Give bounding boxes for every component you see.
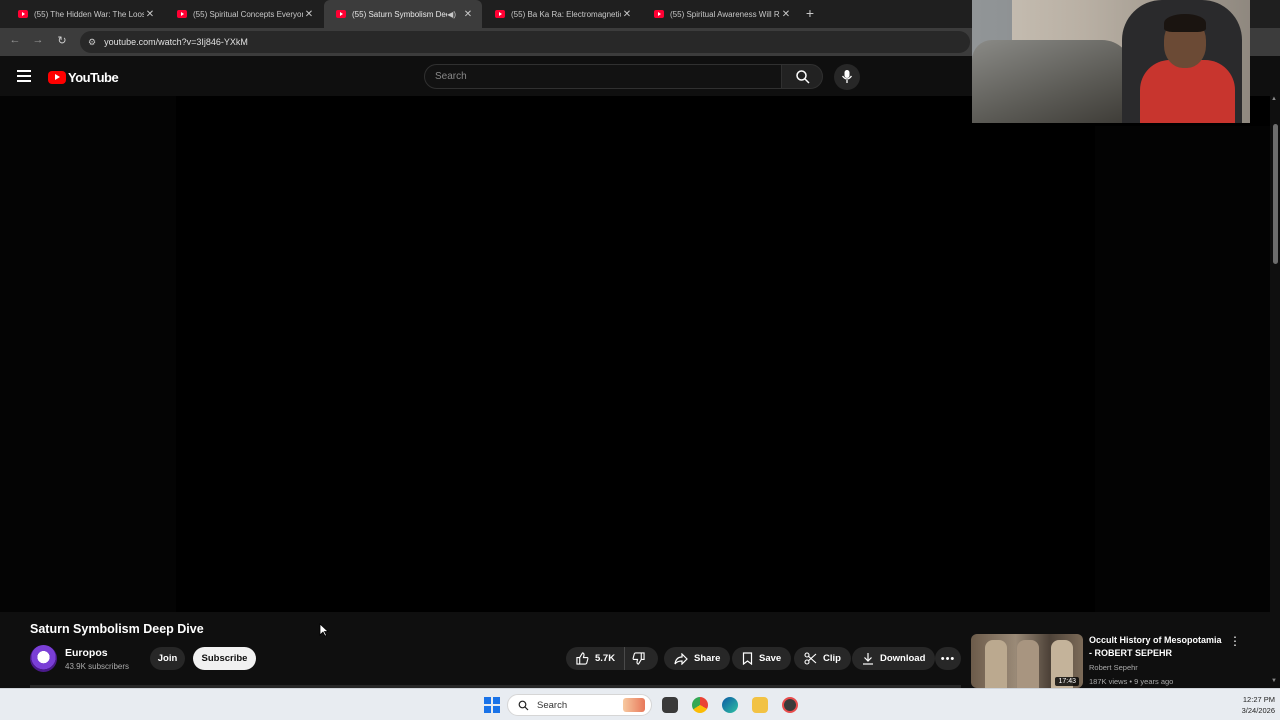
youtube-favicon-icon [654,10,664,18]
browser-tab-active[interactable]: (55) Saturn Symbolism Dee ◀) ✕ [324,0,482,28]
clock-time: 12:27 PM [1242,695,1275,704]
subscriber-count: 43.9K subscribers [65,662,130,671]
tab-close-icon[interactable]: ✕ [303,9,315,20]
scissors-icon [804,652,817,665]
search-placeholder: Search [435,71,467,82]
edge-icon[interactable] [722,697,738,713]
vertical-dots-menu-icon[interactable]: ⋮ [1229,634,1241,648]
share-button[interactable]: Share [664,647,731,670]
save-button[interactable]: Save [732,647,792,670]
like-button[interactable]: 5.7K [566,647,625,670]
search-button[interactable] [781,64,823,89]
video-title: Saturn Symbolism Deep Dive [30,622,204,636]
youtube-logo-text: YouTube [68,70,119,85]
browser-tab[interactable]: (55) The Hidden War: The Loos ✕ [6,0,164,28]
join-button[interactable]: Join [150,647,185,670]
video-frame-left [0,96,176,612]
tab-title: (55) The Hidden War: The Loos [34,9,144,19]
scroll-down-arrow-icon[interactable]: ▼ [1271,678,1277,684]
browser-tab[interactable]: (55) Spiritual Awareness Will Re ✕ [642,0,800,28]
webcam-overlay [972,0,1250,123]
tab-close-icon[interactable]: ✕ [144,9,156,20]
scroll-up-arrow-icon[interactable]: ▲ [1271,96,1277,102]
scrollbar-thumb[interactable] [1273,124,1278,264]
download-icon [863,653,873,665]
forward-arrow-icon[interactable]: → [30,34,46,46]
youtube-favicon-icon [18,10,28,18]
microphone-icon [841,70,853,83]
clip-label: Clip [823,653,841,664]
channel-name[interactable]: Europos [65,647,108,659]
search-input[interactable]: Search [424,64,782,89]
save-label: Save [759,653,782,664]
thumbs-up-icon [576,652,589,665]
recommended-channel[interactable]: Robert Sepehr [1089,663,1138,672]
tab-close-icon[interactable]: ✕ [462,9,474,20]
chrome-icon[interactable] [692,697,708,713]
url-text: youtube.com/watch?v=3Ij846-YXkM [104,37,248,47]
hamburger-menu-icon[interactable] [17,70,31,82]
download-label: Download [880,653,926,664]
app-icon[interactable] [782,697,798,713]
taskbar-search[interactable]: Search [507,694,652,716]
share-arrow-icon [674,652,688,665]
search-highlight-icon [623,698,645,712]
task-view-icon[interactable] [662,697,678,713]
more-actions-button[interactable]: ••• [935,647,961,670]
like-dislike-group: 5.7K [566,647,658,670]
youtube-logo[interactable]: YouTube [48,70,119,85]
channel-avatar[interactable] [30,645,57,672]
bookmark-icon [742,652,753,665]
clip-button[interactable]: Clip [794,647,851,670]
windows-start-icon[interactable] [484,697,500,713]
browser-tab[interactable]: (55) Spiritual Concepts Everyon ✕ [165,0,323,28]
mouse-cursor-icon [319,623,329,637]
video-frame-right [1095,126,1280,612]
site-info-icon[interactable]: ⚙ [88,37,96,48]
video-duration: 17:43 [1055,677,1079,686]
search-icon [518,700,529,710]
youtube-favicon-icon [336,10,346,18]
new-tab-button[interactable]: + [802,5,818,21]
youtube-favicon-icon [495,10,505,18]
recommended-title[interactable]: Occult History of Mesopotamia - ROBERT S… [1089,634,1224,660]
tab-title: (55) Saturn Symbolism Dee [352,9,448,19]
share-label: Share [694,653,721,664]
video-player[interactable] [0,96,1280,612]
youtube-play-icon [48,71,66,84]
browser-tab[interactable]: (55) Ba Ka Ra: Electromagnetic ✕ [483,0,641,28]
tab-title: (55) Spiritual Awareness Will Re [670,9,780,19]
reload-icon[interactable]: ↻ [54,34,70,47]
taskbar-search-label: Search [537,699,568,711]
youtube-favicon-icon [177,10,187,18]
thumbs-down-icon [632,652,645,665]
recommended-thumbnail[interactable]: 17:43 [971,634,1083,688]
tab-close-icon[interactable]: ✕ [780,9,792,20]
subscribe-button[interactable]: Subscribe [193,647,256,670]
address-bar[interactable]: ⚙ youtube.com/watch?v=3Ij846-YXkM [80,31,970,53]
clock-date: 3/24/2026 [1241,706,1275,715]
speaker-icon[interactable]: ◀) [447,10,456,19]
windows-taskbar: Search 12:27 PM 3/24/2026 [0,688,1280,720]
system-clock[interactable]: 12:27 PM 3/24/2026 [1220,694,1275,716]
file-explorer-icon[interactable] [752,697,768,713]
tab-title: (55) Spiritual Concepts Everyon [193,9,303,19]
voice-search-button[interactable] [834,64,860,90]
page-scrollbar[interactable] [1270,96,1280,688]
download-button[interactable]: Download [852,647,936,670]
tab-title: (55) Ba Ka Ra: Electromagnetic [511,9,621,19]
search-icon [796,70,810,84]
back-arrow-icon[interactable]: ← [7,34,23,46]
like-count: 5.7K [595,653,616,664]
tab-close-icon[interactable]: ✕ [621,9,633,20]
recommended-meta: 187K views • 9 years ago [1089,677,1174,686]
dislike-button[interactable] [625,647,658,670]
